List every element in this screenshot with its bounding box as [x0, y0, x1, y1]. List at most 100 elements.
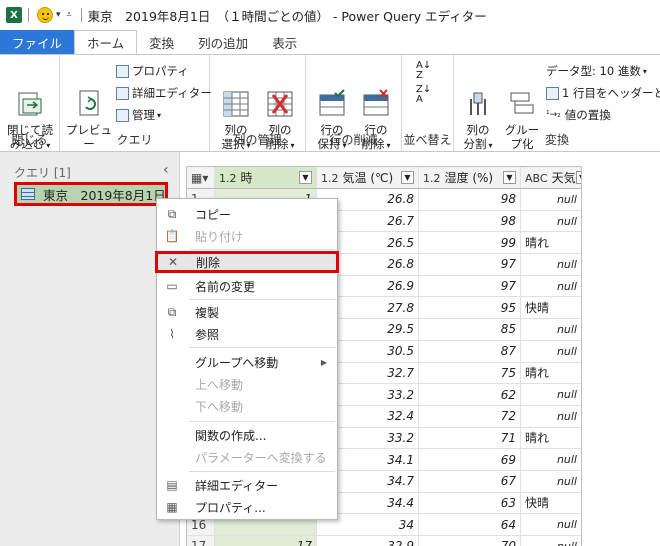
- ribbon-tabs: ファイル ホーム 変換 列の追加 表示: [0, 30, 660, 54]
- cell-humidity[interactable]: 87: [419, 340, 521, 362]
- column-header-label: 時: [240, 171, 253, 185]
- menu-item-copy[interactable]: ⧉ コピー: [157, 203, 337, 225]
- group-query-label: クエリ: [116, 133, 153, 147]
- cell-weather[interactable]: null: [521, 276, 581, 297]
- sort-descending-button[interactable]: Z↓ A: [416, 85, 431, 105]
- cell-weather[interactable]: 晴れ: [521, 428, 581, 449]
- cell-weather[interactable]: null: [521, 449, 581, 470]
- cell-weather[interactable]: null: [521, 211, 581, 232]
- collapse-pane-chevron-icon[interactable]: ‹: [163, 162, 169, 178]
- cell-humidity[interactable]: 85: [419, 319, 521, 340]
- cell-humidity[interactable]: 75: [419, 362, 521, 384]
- menu-item-paste[interactable]: 📋 貼り付け: [157, 225, 337, 247]
- cell-weather[interactable]: null: [521, 341, 581, 362]
- column-header-weather[interactable]: ABC天気▼: [521, 167, 581, 188]
- filter-dropdown-icon[interactable]: ▼: [575, 171, 581, 184]
- cell-weather[interactable]: null: [521, 254, 581, 275]
- cell-humidity[interactable]: 98: [419, 189, 521, 210]
- use-first-row-headers-button[interactable]: 1 行目をヘッダーとし: [546, 85, 660, 101]
- menu-separator: [189, 249, 335, 250]
- cell-humidity[interactable]: 71: [419, 427, 521, 449]
- menu-item-create-function[interactable]: 関数の作成...: [157, 424, 337, 446]
- cell-humidity[interactable]: 67: [419, 470, 521, 492]
- menu-item-move-to-group[interactable]: グループへ移動 ▶: [157, 351, 337, 373]
- grid-header-row: ▦▾ 1.2時▼ 1.2気温 (℃)▼ 1.2湿度 (%)▼ ABC天気▼: [187, 167, 581, 189]
- menu-item-label: パラメーターへ変換する: [195, 450, 327, 465]
- filter-dropdown-icon[interactable]: ▼: [503, 171, 516, 184]
- filter-dropdown-icon[interactable]: ▼: [401, 171, 414, 184]
- cell-weather[interactable]: null: [521, 189, 581, 210]
- menu-item-reference[interactable]: ⌇ 参照: [157, 323, 337, 345]
- table-headers-icon: [546, 86, 559, 100]
- tab-view[interactable]: 表示: [260, 30, 309, 54]
- menu-item-label: 関数の作成...: [195, 428, 267, 443]
- sort-ascending-button[interactable]: A↓ Z: [416, 61, 431, 81]
- cell-humidity[interactable]: 98: [419, 210, 521, 232]
- cell-humidity[interactable]: 99: [419, 232, 521, 254]
- column-header-humidity[interactable]: 1.2 湿度 (%) ▼: [419, 167, 521, 188]
- replace-values-button[interactable]: ¹→₂ 値の置換: [546, 107, 611, 123]
- menu-item-label: グループへ移動: [195, 355, 279, 370]
- close-and-load-icon: [15, 75, 45, 116]
- tab-add-column[interactable]: 列の追加: [186, 30, 260, 54]
- properties-button[interactable]: プロパティ: [116, 63, 189, 79]
- feedback-smiley-icon[interactable]: [37, 7, 53, 23]
- cell-weather[interactable]: 快晴: [521, 297, 581, 318]
- cell-weather[interactable]: null: [521, 384, 581, 405]
- menu-separator: [189, 421, 335, 422]
- tab-home[interactable]: ホーム: [74, 30, 138, 54]
- menu-item-move-down[interactable]: 下へ移動: [157, 395, 337, 417]
- menu-item-rename[interactable]: ▭ 名前の変更: [157, 275, 337, 297]
- manage-button[interactable]: 管理 ▾: [116, 107, 161, 123]
- filter-dropdown-icon[interactable]: ▼: [299, 171, 312, 184]
- row-number[interactable]: 17: [187, 536, 215, 546]
- table-menu-icon[interactable]: ▦▾: [187, 167, 215, 188]
- data-type-dropdown[interactable]: データ型: 10 進数 ▾: [546, 63, 647, 79]
- cell-humidity[interactable]: 72: [419, 405, 521, 427]
- cell-weather[interactable]: null: [521, 471, 581, 492]
- cell-humidity[interactable]: 62: [419, 384, 521, 405]
- cell-temperature[interactable]: 32.9: [317, 536, 419, 546]
- excel-app-icon[interactable]: X: [6, 7, 22, 23]
- refresh-preview-icon: [74, 75, 104, 116]
- use-first-row-headers-label: 1 行目をヘッダーとし: [562, 86, 660, 100]
- queries-pane: クエリ [1] ‹ 東京 2019年8月1日...: [0, 152, 180, 546]
- cell-weather[interactable]: null: [521, 514, 581, 535]
- cell-humidity[interactable]: 64: [419, 514, 521, 535]
- cell-hour[interactable]: 17: [215, 536, 317, 546]
- menu-item-duplicate[interactable]: ⧉ 複製: [157, 301, 337, 323]
- menu-item-convert-to-parameter[interactable]: パラメーターへ変換する: [157, 446, 337, 468]
- cell-humidity[interactable]: 97: [419, 254, 521, 275]
- cell-weather[interactable]: null: [521, 536, 581, 546]
- tab-transform[interactable]: 変換: [137, 30, 186, 54]
- cell-humidity[interactable]: 69: [419, 449, 521, 470]
- quick-access-customize-icon[interactable]: ⩡: [67, 10, 72, 20]
- menu-item-advanced-editor[interactable]: ▤ 詳細エディター: [157, 474, 337, 496]
- smiley-dropdown-icon[interactable]: ▾: [56, 10, 61, 20]
- remove-columns-icon: [265, 75, 295, 117]
- menu-item-properties[interactable]: ▦ プロパティ...: [157, 496, 337, 518]
- cell-weather[interactable]: 快晴: [521, 493, 581, 514]
- menu-separator: [189, 299, 335, 300]
- cell-humidity[interactable]: 70: [419, 536, 521, 546]
- advanced-editor-button[interactable]: 詳細エディター: [116, 85, 212, 101]
- table-row[interactable]: 171732.970null: [187, 536, 581, 546]
- cell-humidity[interactable]: 95: [419, 297, 521, 319]
- tab-file[interactable]: ファイル: [0, 30, 75, 54]
- column-header-hour[interactable]: 1.2 時 ▼: [215, 167, 317, 188]
- cell-weather[interactable]: null: [521, 319, 581, 340]
- cell-humidity[interactable]: 63: [419, 492, 521, 514]
- cell-weather[interactable]: null: [521, 406, 581, 427]
- cell-humidity[interactable]: 97: [419, 275, 521, 297]
- menu-item-move-up[interactable]: 上へ移動: [157, 373, 337, 395]
- menu-item-label: 複製: [195, 305, 220, 320]
- type-decimal-icon: 1.2: [423, 172, 441, 185]
- menu-item-delete[interactable]: ✕ 削除: [155, 251, 339, 273]
- type-decimal-icon: 1.2: [219, 172, 237, 185]
- cell-weather[interactable]: 晴れ: [521, 363, 581, 384]
- column-header-temperature[interactable]: 1.2 気温 (℃) ▼: [317, 167, 419, 188]
- window-title: 東京 2019年8月1日 （１時間ごとの値） - Power Query エディ…: [87, 8, 487, 24]
- query-item-tokyo[interactable]: 東京 2019年8月1日...: [14, 182, 168, 206]
- cell-weather[interactable]: 晴れ: [521, 232, 581, 253]
- type-text-icon: ABC: [525, 172, 548, 185]
